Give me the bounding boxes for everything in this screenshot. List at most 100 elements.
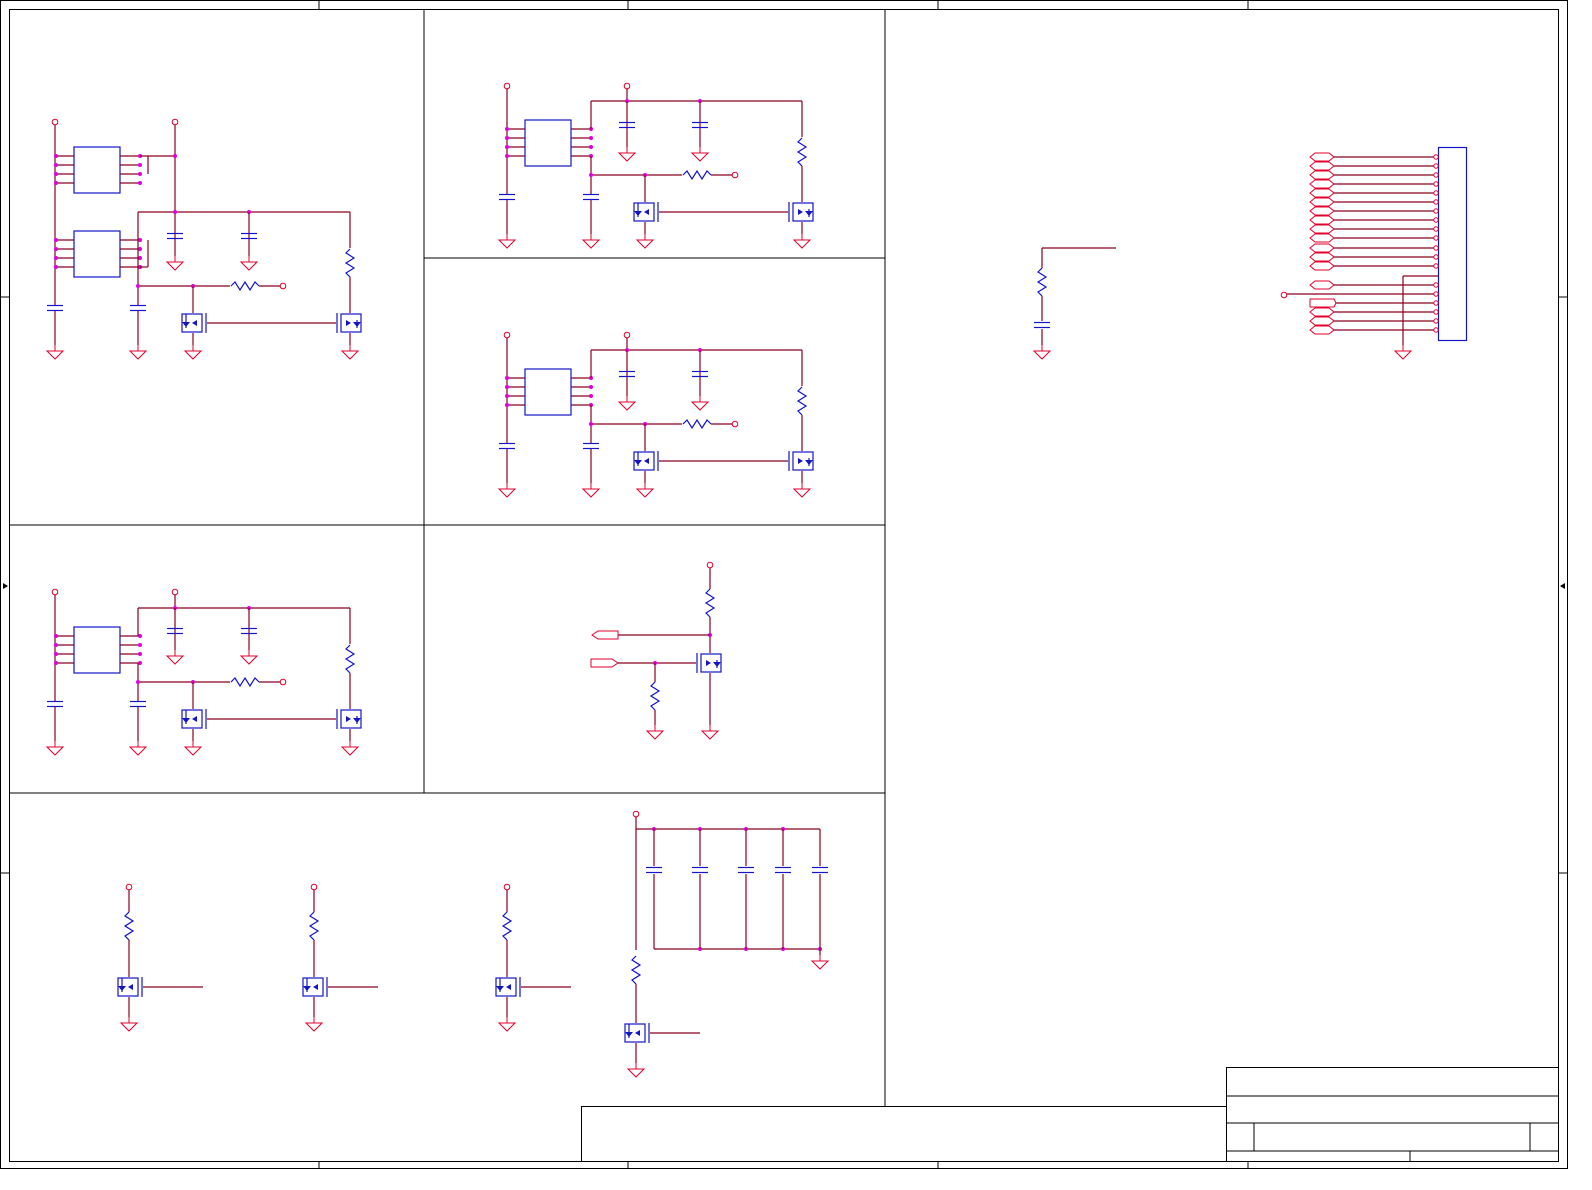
net-port xyxy=(1309,152,1335,162)
mosfet xyxy=(495,976,521,998)
connector-pin-row xyxy=(1309,206,1439,216)
capacitor xyxy=(582,193,600,201)
ground-symbol xyxy=(618,146,636,162)
ground-symbol xyxy=(166,649,184,665)
net-port xyxy=(1309,215,1335,225)
connector-pin-row xyxy=(1309,197,1439,207)
regulator-ic xyxy=(53,626,143,674)
mosfet xyxy=(788,450,814,472)
power-terminal xyxy=(503,883,511,891)
connector-pin-row xyxy=(1309,233,1439,243)
ground-symbol xyxy=(793,233,811,249)
connector-pin xyxy=(1433,208,1439,214)
connector-pin xyxy=(1433,300,1439,306)
ground-symbol xyxy=(498,482,516,498)
power-terminal xyxy=(51,118,59,126)
capacitor xyxy=(46,304,64,312)
net-port xyxy=(1309,325,1335,335)
ground-symbol xyxy=(166,255,184,271)
resistor xyxy=(502,911,512,941)
connector-pin-row xyxy=(1309,215,1439,225)
mosfet xyxy=(633,201,659,223)
signal-terminal xyxy=(1280,291,1288,299)
ground-symbol xyxy=(184,740,202,756)
net-port xyxy=(1309,233,1335,243)
ground-symbol xyxy=(701,724,719,740)
resistor xyxy=(124,911,134,941)
ground-symbol xyxy=(240,255,258,271)
net-port xyxy=(1309,179,1335,189)
resistor xyxy=(230,677,260,687)
ground-symbol xyxy=(341,344,359,360)
connector-pin-row xyxy=(1309,307,1439,317)
connector-pin xyxy=(1433,172,1439,178)
resistor xyxy=(345,644,355,674)
ground-symbol xyxy=(498,233,516,249)
panel-dual-ic-supply xyxy=(46,118,362,360)
connector-pin xyxy=(1433,235,1439,241)
rc-network xyxy=(1032,247,1116,360)
ground-symbol xyxy=(646,724,664,740)
resistor xyxy=(682,419,712,429)
mosfet xyxy=(181,708,207,730)
ground-symbol xyxy=(129,344,147,360)
panel-single-ic-supply-3 xyxy=(46,588,362,756)
signal-terminal xyxy=(279,678,287,686)
connector-pin xyxy=(1433,245,1439,251)
power-terminal xyxy=(623,331,631,339)
connector-pin xyxy=(1433,291,1439,297)
connector-pin-row xyxy=(1309,280,1439,290)
ground-symbol xyxy=(120,1016,138,1032)
power-terminal xyxy=(171,588,179,596)
power-terminal xyxy=(51,588,59,596)
connector-pin-row xyxy=(1309,161,1439,171)
connector-pin-row xyxy=(1287,291,1439,297)
net-port xyxy=(1309,206,1335,216)
connector-pin xyxy=(1433,190,1439,196)
signal-terminal xyxy=(279,282,287,290)
net-port xyxy=(1309,261,1335,271)
ground-symbol xyxy=(46,740,64,756)
connector-pin-row xyxy=(1309,179,1439,189)
connector-pin xyxy=(1433,163,1439,169)
power-terminal xyxy=(310,883,318,891)
connector-pin xyxy=(1433,309,1439,315)
resistor xyxy=(1037,267,1047,297)
connector-pin xyxy=(1433,327,1439,333)
connector-pin-row xyxy=(1309,298,1439,308)
mosfet xyxy=(181,312,207,334)
net-port xyxy=(1309,298,1337,308)
power-terminal xyxy=(632,810,640,818)
net-port xyxy=(1309,252,1335,262)
net-port xyxy=(1309,316,1335,326)
ground-symbol xyxy=(129,740,147,756)
net-port xyxy=(590,658,619,668)
net-port xyxy=(591,630,619,640)
signal-terminal xyxy=(731,171,739,179)
regulator-ic xyxy=(53,230,143,278)
capacitor xyxy=(46,700,64,708)
connector-pin xyxy=(1433,181,1439,187)
connector-pin xyxy=(1433,217,1439,223)
resistor xyxy=(345,248,355,278)
resistor xyxy=(705,588,715,618)
connector-pin xyxy=(1433,263,1439,269)
power-terminal xyxy=(503,331,511,339)
ground-symbol xyxy=(618,395,636,411)
resistor xyxy=(682,170,712,180)
connector-pin-row xyxy=(1309,152,1439,162)
ground-symbol xyxy=(305,1016,323,1032)
ground-symbol xyxy=(691,146,709,162)
panel-single-ic-supply-1 xyxy=(498,82,814,249)
connector-pin-row xyxy=(1309,224,1439,234)
ground-symbol xyxy=(793,482,811,498)
net-port xyxy=(1309,188,1335,198)
connector-pin xyxy=(1433,282,1439,288)
connector-pin-row xyxy=(1309,252,1439,262)
resistor xyxy=(797,386,807,416)
resistor xyxy=(797,137,807,167)
connector-pin xyxy=(1433,318,1439,324)
ground-symbol xyxy=(582,482,600,498)
net-port xyxy=(1309,224,1335,234)
regulator-ic xyxy=(504,119,594,167)
